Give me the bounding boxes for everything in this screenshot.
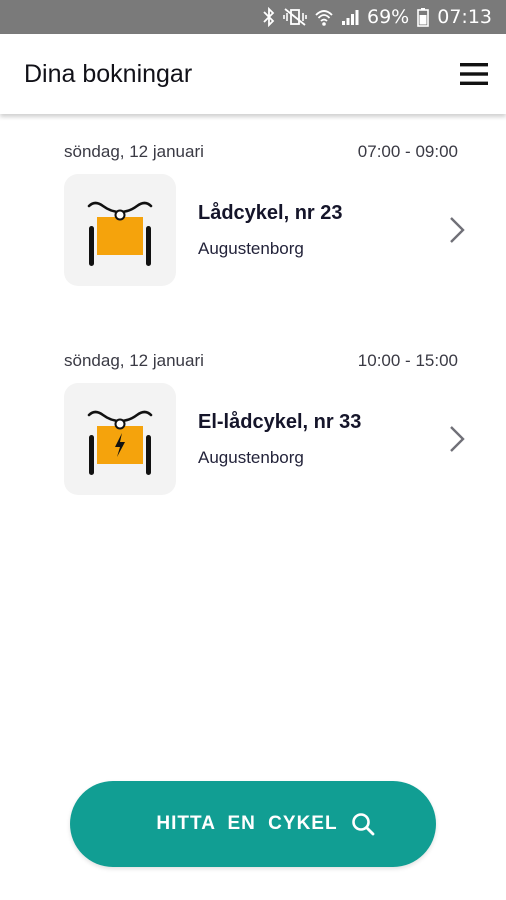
app-bar: Dina bokningar xyxy=(0,34,506,114)
signal-icon xyxy=(341,7,359,27)
cargo-bike-icon xyxy=(87,201,153,266)
search-icon xyxy=(352,813,375,836)
booking-info: El-lådcykel, nr 33 Augustenborg xyxy=(198,411,442,468)
bike-thumbnail xyxy=(64,383,176,495)
booking-header: söndag, 12 januari 07:00 - 09:00 xyxy=(64,141,458,163)
bluetooth-icon xyxy=(263,7,275,27)
menu-button[interactable] xyxy=(454,54,494,94)
booking-header: söndag, 12 januari 10:00 - 15:00 xyxy=(64,350,458,372)
booking-time: 07:00 - 09:00 xyxy=(357,142,458,161)
wifi-icon xyxy=(315,7,333,27)
bike-location: Augustenborg xyxy=(198,238,304,258)
bike-name: El-lådcykel, nr 33 xyxy=(198,410,362,433)
booking-date: söndag, 12 januari xyxy=(64,351,204,370)
bike-thumbnail xyxy=(64,174,176,286)
vibrate-mute-icon xyxy=(283,7,307,27)
battery-icon xyxy=(417,7,430,27)
battery-percent: 69% xyxy=(367,6,410,28)
page-title: Dina bokningar xyxy=(24,59,193,88)
clock: 07:13 xyxy=(437,6,492,28)
booking-date: söndag, 12 januari xyxy=(64,142,204,161)
find-bike-label: HITTA EN CYKEL xyxy=(156,813,338,834)
booking-info: Lådcykel, nr 23 Augustenborg xyxy=(198,202,442,259)
booking-time: 10:00 - 15:00 xyxy=(357,351,458,370)
chevron-right-icon xyxy=(442,210,472,250)
hamburger-menu-icon xyxy=(460,63,488,85)
bike-name: Lådcykel, nr 23 xyxy=(198,201,343,224)
booking-card[interactable]: El-lådcykel, nr 33 Augustenborg xyxy=(64,383,472,495)
bike-location: Augustenborg xyxy=(198,447,304,467)
electric-cargo-bike-icon xyxy=(87,410,153,475)
booking-card[interactable]: Lådcykel, nr 23 Augustenborg xyxy=(64,174,472,286)
find-bike-button[interactable]: HITTA EN CYKEL xyxy=(70,781,436,867)
chevron-right-icon xyxy=(442,419,472,459)
status-bar: 69% 07:13 xyxy=(0,0,506,34)
